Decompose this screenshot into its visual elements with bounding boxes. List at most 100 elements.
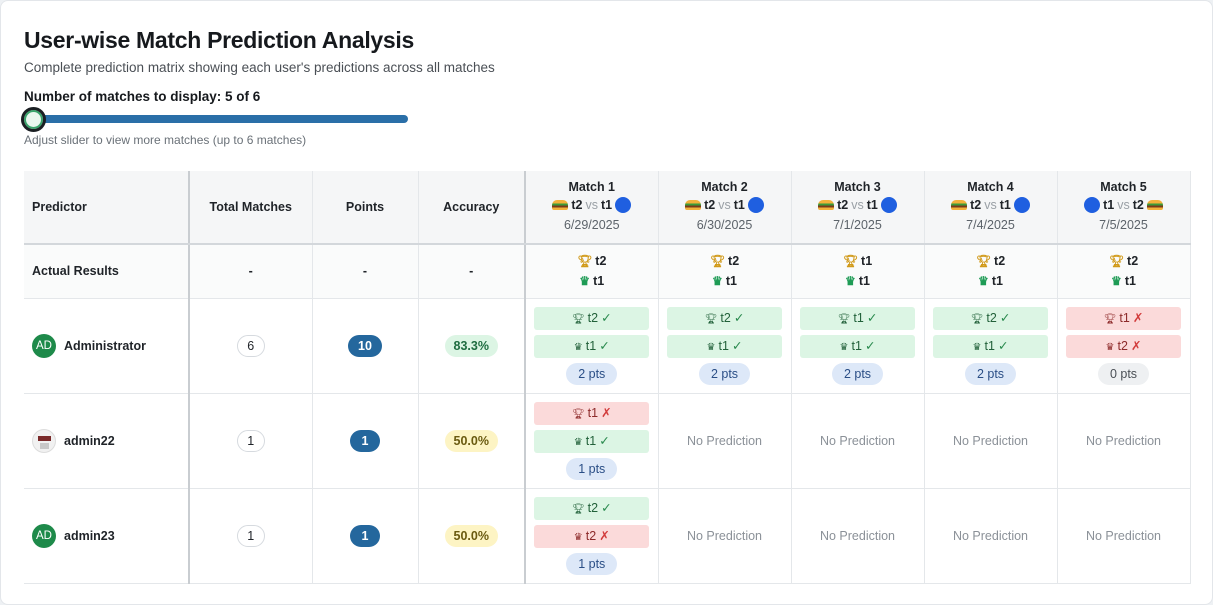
predicted-winner-team: t1 [1119, 310, 1130, 325]
prediction-cell: 🏆︎ t2 ✓ ♛ t1 ✓ 2 pts [924, 298, 1058, 394]
check-icon: ✓ [599, 433, 610, 448]
actual-results-label: Actual Results [24, 244, 190, 299]
actual-total: - [189, 244, 313, 299]
team-a-label: t2 [970, 198, 982, 212]
actual-result-cell: 🏆︎ t2 ♛ t1 [924, 244, 1058, 299]
trophy-icon: 🏆︎ [571, 313, 585, 325]
analysis-card: User-wise Match Prediction Analysis Comp… [0, 0, 1213, 605]
predicted-second: ♛ t1 ✓ [534, 334, 650, 358]
actual-accuracy: - [418, 244, 526, 299]
predicted-second-team: t1 [718, 338, 729, 353]
trophy-icon: 🏆︎ [709, 254, 726, 269]
points-earned-badge: 1 pts [566, 457, 618, 480]
match-teams: t2 vs t1 [526, 195, 658, 215]
match-title: Match 3 [834, 180, 881, 194]
predicted-winner-team: t2 [986, 310, 997, 325]
predicted-second: ♛ t1 ✓ [800, 334, 915, 358]
prediction-cell: 🏆︎ t1 ✓ ♛ t1 ✓ 2 pts [791, 298, 925, 394]
match-date: 6/29/2025 [563, 218, 620, 232]
actual-winner-team: t2 [728, 254, 740, 269]
page-subtitle: Complete prediction matrix showing each … [24, 60, 495, 75]
points-earned-badge: 2 pts [698, 362, 751, 385]
prediction-cell: 🏆︎ t2 ✓ ♛ t1 ✓ 2 pts [658, 298, 792, 394]
no-prediction-label: No Prediction [686, 528, 763, 543]
actual-second: ♛ t1 [1058, 271, 1190, 291]
trophy-icon: 🏆︎ [704, 313, 718, 325]
predicted-second-team: t1 [851, 338, 862, 353]
vs-label: vs [718, 198, 731, 212]
avatar: AD [32, 333, 56, 358]
accuracy-badge: 83.3% [444, 334, 498, 357]
actual-winner-team: t2 [994, 254, 1006, 269]
medal-icon: ♛ [1111, 274, 1122, 289]
predicted-winner: 🏆︎ t2 ✓ [667, 306, 782, 330]
team-a-label: t1 [1103, 198, 1115, 212]
total-matches-cell: 1 [189, 488, 313, 584]
prediction-cell: 🏆︎ t2 ✓ ♛ t1 ✓ 2 pts [525, 298, 659, 394]
prediction-cell: No Prediction [924, 488, 1058, 584]
check-icon: ✓ [731, 338, 743, 353]
prediction-cell: No Prediction [658, 393, 792, 489]
check-icon: ✓ [733, 310, 745, 325]
prediction-cell: No Prediction [791, 488, 925, 584]
column-header-points: Points [312, 171, 419, 245]
prediction-cell: No Prediction [658, 488, 792, 584]
medal-icon: ♛ [573, 341, 583, 353]
predicted-winner-team: t2 [587, 500, 599, 515]
actual-second: ♛ t1 [925, 271, 1057, 291]
actual-result-cell: 🏆︎ t2 ♛ t1 [1057, 244, 1191, 299]
prediction-cell: No Prediction [924, 393, 1058, 489]
actual-second-team: t1 [725, 274, 737, 289]
no-prediction-label: No Prediction [952, 528, 1029, 543]
actual-points: - [312, 244, 419, 299]
points-earned-badge: 2 pts [566, 362, 618, 385]
prediction-cell: No Prediction [1057, 488, 1191, 584]
burger-icon [685, 200, 702, 210]
match-header: Match 1 t2 vs t1 6/29/2025 [525, 171, 659, 245]
match-header: Match 3 t2 vs t1 7/1/2025 [791, 171, 925, 245]
accuracy-cell: 83.3% [418, 298, 526, 394]
match-teams: t2 vs t1 [925, 195, 1057, 215]
trophy-icon: 🏆︎ [571, 503, 585, 515]
accuracy-cell: 50.0% [418, 393, 526, 489]
points-cell: 1 [312, 488, 419, 584]
actual-result-cell: 🏆︎ t1 ♛ t1 [791, 244, 925, 299]
predicted-winner: 🏆︎ t2 ✓ [534, 306, 650, 330]
points-earned-badge: 2 pts [964, 362, 1017, 385]
match-date: 7/4/2025 [966, 218, 1015, 232]
match-date: 6/30/2025 [696, 218, 753, 232]
check-icon: ✓ [997, 338, 1009, 353]
no-prediction-label: No Prediction [819, 528, 896, 543]
actual-winner: 🏆︎ t2 [925, 251, 1057, 271]
predicted-second: ♛ t1 ✓ [534, 429, 650, 453]
actual-second: ♛ t1 [659, 271, 791, 291]
total-matches-badge: 1 [236, 429, 265, 452]
predicted-winner: 🏆︎ t2 ✓ [534, 496, 650, 520]
predicted-winner-team: t1 [853, 310, 864, 325]
match-count-slider-thumb[interactable] [21, 107, 46, 132]
blue-dot-icon [615, 197, 632, 213]
team-a-label: t2 [837, 198, 849, 212]
blue-dot-icon [747, 197, 764, 213]
predicted-winner: 🏆︎ t2 ✓ [933, 306, 1048, 330]
points-earned-badge: 1 pts [566, 552, 618, 575]
check-icon: ✓ [999, 310, 1011, 325]
actual-winner-team: t1 [861, 254, 873, 269]
match-count-slider-track[interactable] [29, 115, 408, 123]
cross-icon: ✗ [599, 528, 610, 543]
accuracy-cell: 50.0% [418, 488, 526, 584]
predicted-second-team: t2 [1117, 338, 1128, 353]
trophy-icon: 🏆︎ [842, 254, 859, 269]
predicted-winner-team: t2 [587, 310, 599, 325]
user-info: AD admin23 [32, 523, 188, 548]
predicted-second-team: t2 [585, 528, 597, 543]
table-row: admin22 1 1 50.0% 🏆︎ t1 ✗ ♛ t1 ✓ 1 pts No Predictio… [24, 393, 1191, 489]
avatar [32, 428, 56, 453]
team-a-label: t2 [571, 198, 583, 212]
actual-second-team: t1 [858, 274, 870, 289]
user-info: AD Administrator [32, 333, 188, 358]
user-info: admin22 [32, 428, 188, 453]
match-teams: t1 vs t2 [1058, 195, 1190, 215]
total-matches-badge: 1 [236, 524, 265, 547]
actual-second-team: t1 [1124, 274, 1136, 289]
